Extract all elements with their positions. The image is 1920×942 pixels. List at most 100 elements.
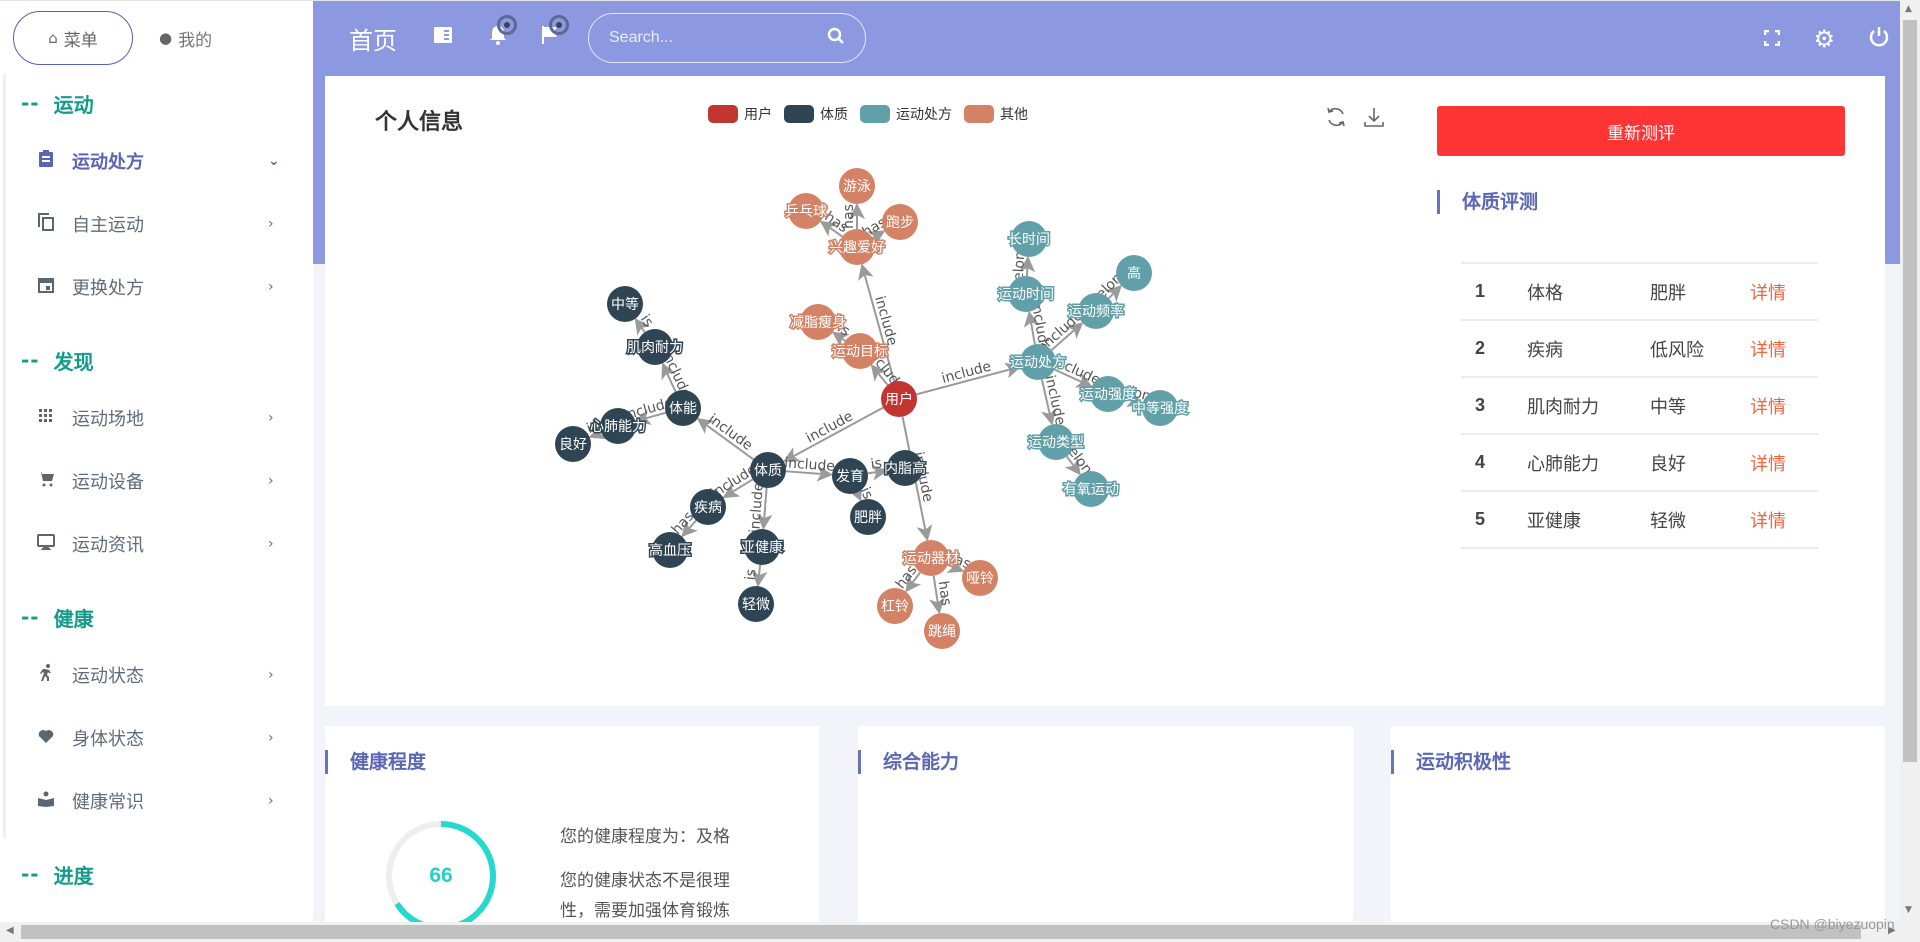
horizontal-scrollbar[interactable]: ◀ ▶ bbox=[0, 922, 1920, 942]
sidebar-item-label: 自主运动 bbox=[72, 214, 144, 236]
graph-node[interactable]: 良好 bbox=[555, 426, 591, 462]
retest-button[interactable]: 重新测评 bbox=[1437, 106, 1845, 156]
graph-node[interactable]: 体能 bbox=[665, 390, 701, 426]
graph-node-label: 高血压 bbox=[649, 542, 691, 559]
graph-node[interactable]: 有氧运动 bbox=[1062, 471, 1121, 507]
notification-badge bbox=[497, 15, 517, 35]
graph-edge-label: is bbox=[743, 568, 760, 581]
ability-card: 综合能力 bbox=[858, 726, 1353, 922]
graph-node-label: 乒乓球 bbox=[785, 204, 827, 220]
graph-node[interactable]: 杠铃 bbox=[877, 588, 913, 624]
graph-node[interactable]: 游泳 bbox=[839, 168, 875, 204]
graph-node-label: 运动目标 bbox=[832, 344, 888, 360]
sidebar-item-label: 运动处方 bbox=[72, 151, 144, 173]
sidebar-item[interactable]: 身体状态 › bbox=[6, 706, 313, 769]
graph-node-label: 亚健康 bbox=[741, 539, 783, 556]
legend-item[interactable]: 用户 bbox=[708, 104, 772, 124]
row-value: 中等 bbox=[1650, 396, 1686, 418]
sidebar-group-title: -- 运动 bbox=[6, 85, 313, 121]
chevron-down-icon: ⌄ bbox=[268, 152, 280, 169]
user-icon: ● bbox=[159, 29, 173, 47]
fullscreen-icon[interactable] bbox=[1764, 27, 1781, 51]
assessment-title: 体质评测 bbox=[1437, 190, 1538, 214]
tab-menu[interactable]: ⌂ 菜单 bbox=[13, 11, 133, 65]
group-title-text: 发现 bbox=[53, 349, 94, 374]
sidebar-item[interactable]: 自主运动 › bbox=[6, 192, 313, 255]
table-row: 1 体格 肥胖 详情 bbox=[1461, 264, 1818, 321]
heart-icon bbox=[36, 728, 56, 748]
group-dash: -- bbox=[21, 348, 40, 372]
sidebar-item[interactable]: 健康常识 › bbox=[6, 769, 313, 832]
legend-label: 用户 bbox=[744, 107, 772, 123]
legend-swatch bbox=[964, 105, 994, 123]
graph-node-label: 游泳 bbox=[843, 179, 871, 195]
tab-mine[interactable]: ● 我的 bbox=[159, 11, 212, 65]
graph-node[interactable]: 轻微 bbox=[738, 586, 774, 622]
gear-icon[interactable]: ⚙ bbox=[1813, 27, 1835, 51]
graph-legend: 用户 体质 运动处方 其他 bbox=[708, 104, 1028, 124]
power-icon[interactable] bbox=[1868, 26, 1890, 53]
header-actions: ⚙ bbox=[1764, 1, 1900, 77]
chevron-right-icon: › bbox=[268, 666, 274, 683]
sidebar-item[interactable]: 运动处方 ⌄ bbox=[6, 129, 313, 192]
details-link[interactable]: 详情 bbox=[1750, 279, 1786, 305]
grid-icon bbox=[36, 408, 56, 427]
graph-node[interactable]: 运动时间 bbox=[997, 276, 1056, 312]
legend-item[interactable]: 其他 bbox=[964, 104, 1028, 124]
refresh-icon[interactable] bbox=[1325, 106, 1347, 134]
clipboard-icon bbox=[36, 149, 56, 172]
horizontal-scroll-thumb[interactable] bbox=[21, 925, 1861, 939]
legend-item[interactable]: 运动处方 bbox=[860, 104, 952, 124]
scroll-down-icon[interactable]: ▼ bbox=[1905, 905, 1912, 915]
scroll-up-icon[interactable]: ▲ bbox=[1905, 4, 1912, 14]
graph-edge-label: is bbox=[637, 312, 657, 330]
search-input[interactable] bbox=[609, 29, 809, 47]
graph-node[interactable]: 跑步 bbox=[882, 204, 918, 240]
sidebar-toggle-icon[interactable] bbox=[433, 25, 453, 49]
flag-icon[interactable] bbox=[541, 15, 569, 50]
graph-node[interactable]: 用户 bbox=[881, 381, 917, 417]
graph-node[interactable]: 哑铃 bbox=[962, 560, 998, 596]
graph-node[interactable]: 发育 bbox=[832, 458, 868, 494]
graph-node-label: 中等强度 bbox=[1132, 400, 1188, 417]
download-icon[interactable] bbox=[1363, 106, 1385, 134]
graph-edge-label: is bbox=[870, 455, 883, 472]
scroll-left-icon[interactable]: ◀ bbox=[6, 925, 14, 936]
sidebar-item[interactable]: 运动资讯 › bbox=[6, 512, 313, 575]
graph-node[interactable]: 中等 bbox=[607, 286, 643, 322]
vertical-scrollbar[interactable]: ▲ ▼ bbox=[1900, 0, 1920, 922]
vertical-scroll-thumb[interactable] bbox=[1903, 20, 1917, 762]
graph-node[interactable]: 体质 bbox=[750, 452, 786, 488]
graph-node[interactable]: 疾病 bbox=[690, 489, 726, 525]
bell-icon[interactable] bbox=[489, 15, 517, 50]
graph-node-label: 用户 bbox=[885, 391, 913, 408]
graph-node[interactable]: 乒乓球 bbox=[784, 193, 829, 229]
graph-node[interactable]: 跳绳 bbox=[924, 613, 960, 649]
activity-title: 运动积极性 bbox=[1391, 750, 1511, 774]
graph-node[interactable]: 高血压 bbox=[648, 532, 693, 568]
knowledge-graph[interactable]: includehashas hasincludeisincludeincludeb… bbox=[325, 76, 1425, 706]
home-link[interactable]: 首页 bbox=[349, 21, 397, 56]
details-link[interactable]: 详情 bbox=[1750, 336, 1786, 362]
details-link[interactable]: 详情 bbox=[1750, 450, 1786, 476]
sidebar: ⌂ 菜单 ● 我的 -- 运动 运动处方 ⌄ 自主运动 › 更换处方 › -- 发现… bbox=[0, 0, 313, 922]
search-icon[interactable] bbox=[827, 27, 845, 50]
row-value: 肥胖 bbox=[1650, 282, 1686, 304]
sidebar-item[interactable]: 运动场地 › bbox=[6, 386, 313, 449]
sidebar-item[interactable]: 运动状态 › bbox=[6, 643, 313, 706]
health-level-text: 您的健康程度为：及格 bbox=[560, 827, 730, 847]
cart-icon bbox=[36, 471, 56, 491]
sidebar-item[interactable]: 更换处方 › bbox=[6, 255, 313, 318]
details-link[interactable]: 详情 bbox=[1750, 393, 1786, 419]
graph-node[interactable]: 肥胖 bbox=[850, 499, 886, 535]
graph-node[interactable]: 高 bbox=[1116, 255, 1152, 291]
details-link[interactable]: 详情 bbox=[1750, 507, 1786, 533]
row-name: 亚健康 bbox=[1527, 510, 1581, 532]
sidebar-item[interactable]: 运动设备 › bbox=[6, 449, 313, 512]
legend-item[interactable]: 体质 bbox=[784, 104, 848, 124]
calendar-icon bbox=[36, 277, 56, 297]
graph-node[interactable]: 亚健康 bbox=[740, 529, 785, 565]
legend-label: 体质 bbox=[820, 107, 848, 123]
group-title-text: 进度 bbox=[53, 863, 94, 888]
chevron-right-icon: › bbox=[268, 729, 274, 746]
